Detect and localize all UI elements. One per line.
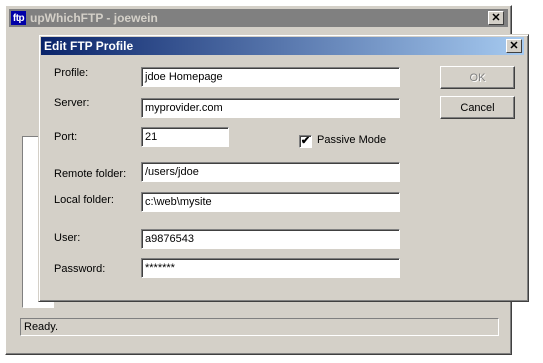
- password-label: Password:: [54, 263, 106, 275]
- profile-label: Profile:: [54, 67, 89, 79]
- dialog-title-bar[interactable]: Edit FTP Profile ✕: [41, 37, 524, 55]
- local-folder-label: Local folder:: [54, 194, 114, 206]
- profile-input[interactable]: jdoe Homepage: [141, 67, 400, 87]
- main-title-bar[interactable]: ftp upWhichFTP - joewein ✕: [9, 9, 508, 27]
- dialog-title: Edit FTP Profile: [44, 39, 134, 53]
- user-input[interactable]: a9876543: [141, 229, 400, 249]
- server-label: Server:: [54, 97, 90, 109]
- port-label: Port:: [54, 131, 78, 143]
- main-close-button[interactable]: ✕: [488, 11, 504, 25]
- remote-folder-input[interactable]: /users/jdoe: [141, 162, 400, 182]
- status-text: Ready.: [24, 321, 59, 333]
- app-logo-icon: ftp: [11, 11, 26, 25]
- remote-folder-label: Remote folder:: [54, 168, 127, 180]
- status-bar: Ready.: [20, 318, 499, 336]
- cancel-button[interactable]: Cancel: [440, 96, 515, 119]
- local-folder-input[interactable]: c:\web\mysite: [141, 192, 400, 212]
- main-window-title: upWhichFTP - joewein: [30, 11, 158, 25]
- user-label: User:: [54, 232, 81, 244]
- server-input[interactable]: myprovider.com: [141, 98, 400, 118]
- passive-mode-label[interactable]: Passive Mode: [317, 134, 386, 146]
- port-input[interactable]: 21: [141, 127, 229, 147]
- edit-ftp-profile-dialog: Edit FTP Profile ✕ Profile: jdoe Homepag…: [38, 34, 529, 302]
- password-input[interactable]: *******: [141, 258, 400, 278]
- passive-mode-checkbox[interactable]: ✔: [299, 135, 312, 148]
- dialog-close-button[interactable]: ✕: [506, 39, 522, 53]
- ok-button[interactable]: OK: [440, 66, 515, 89]
